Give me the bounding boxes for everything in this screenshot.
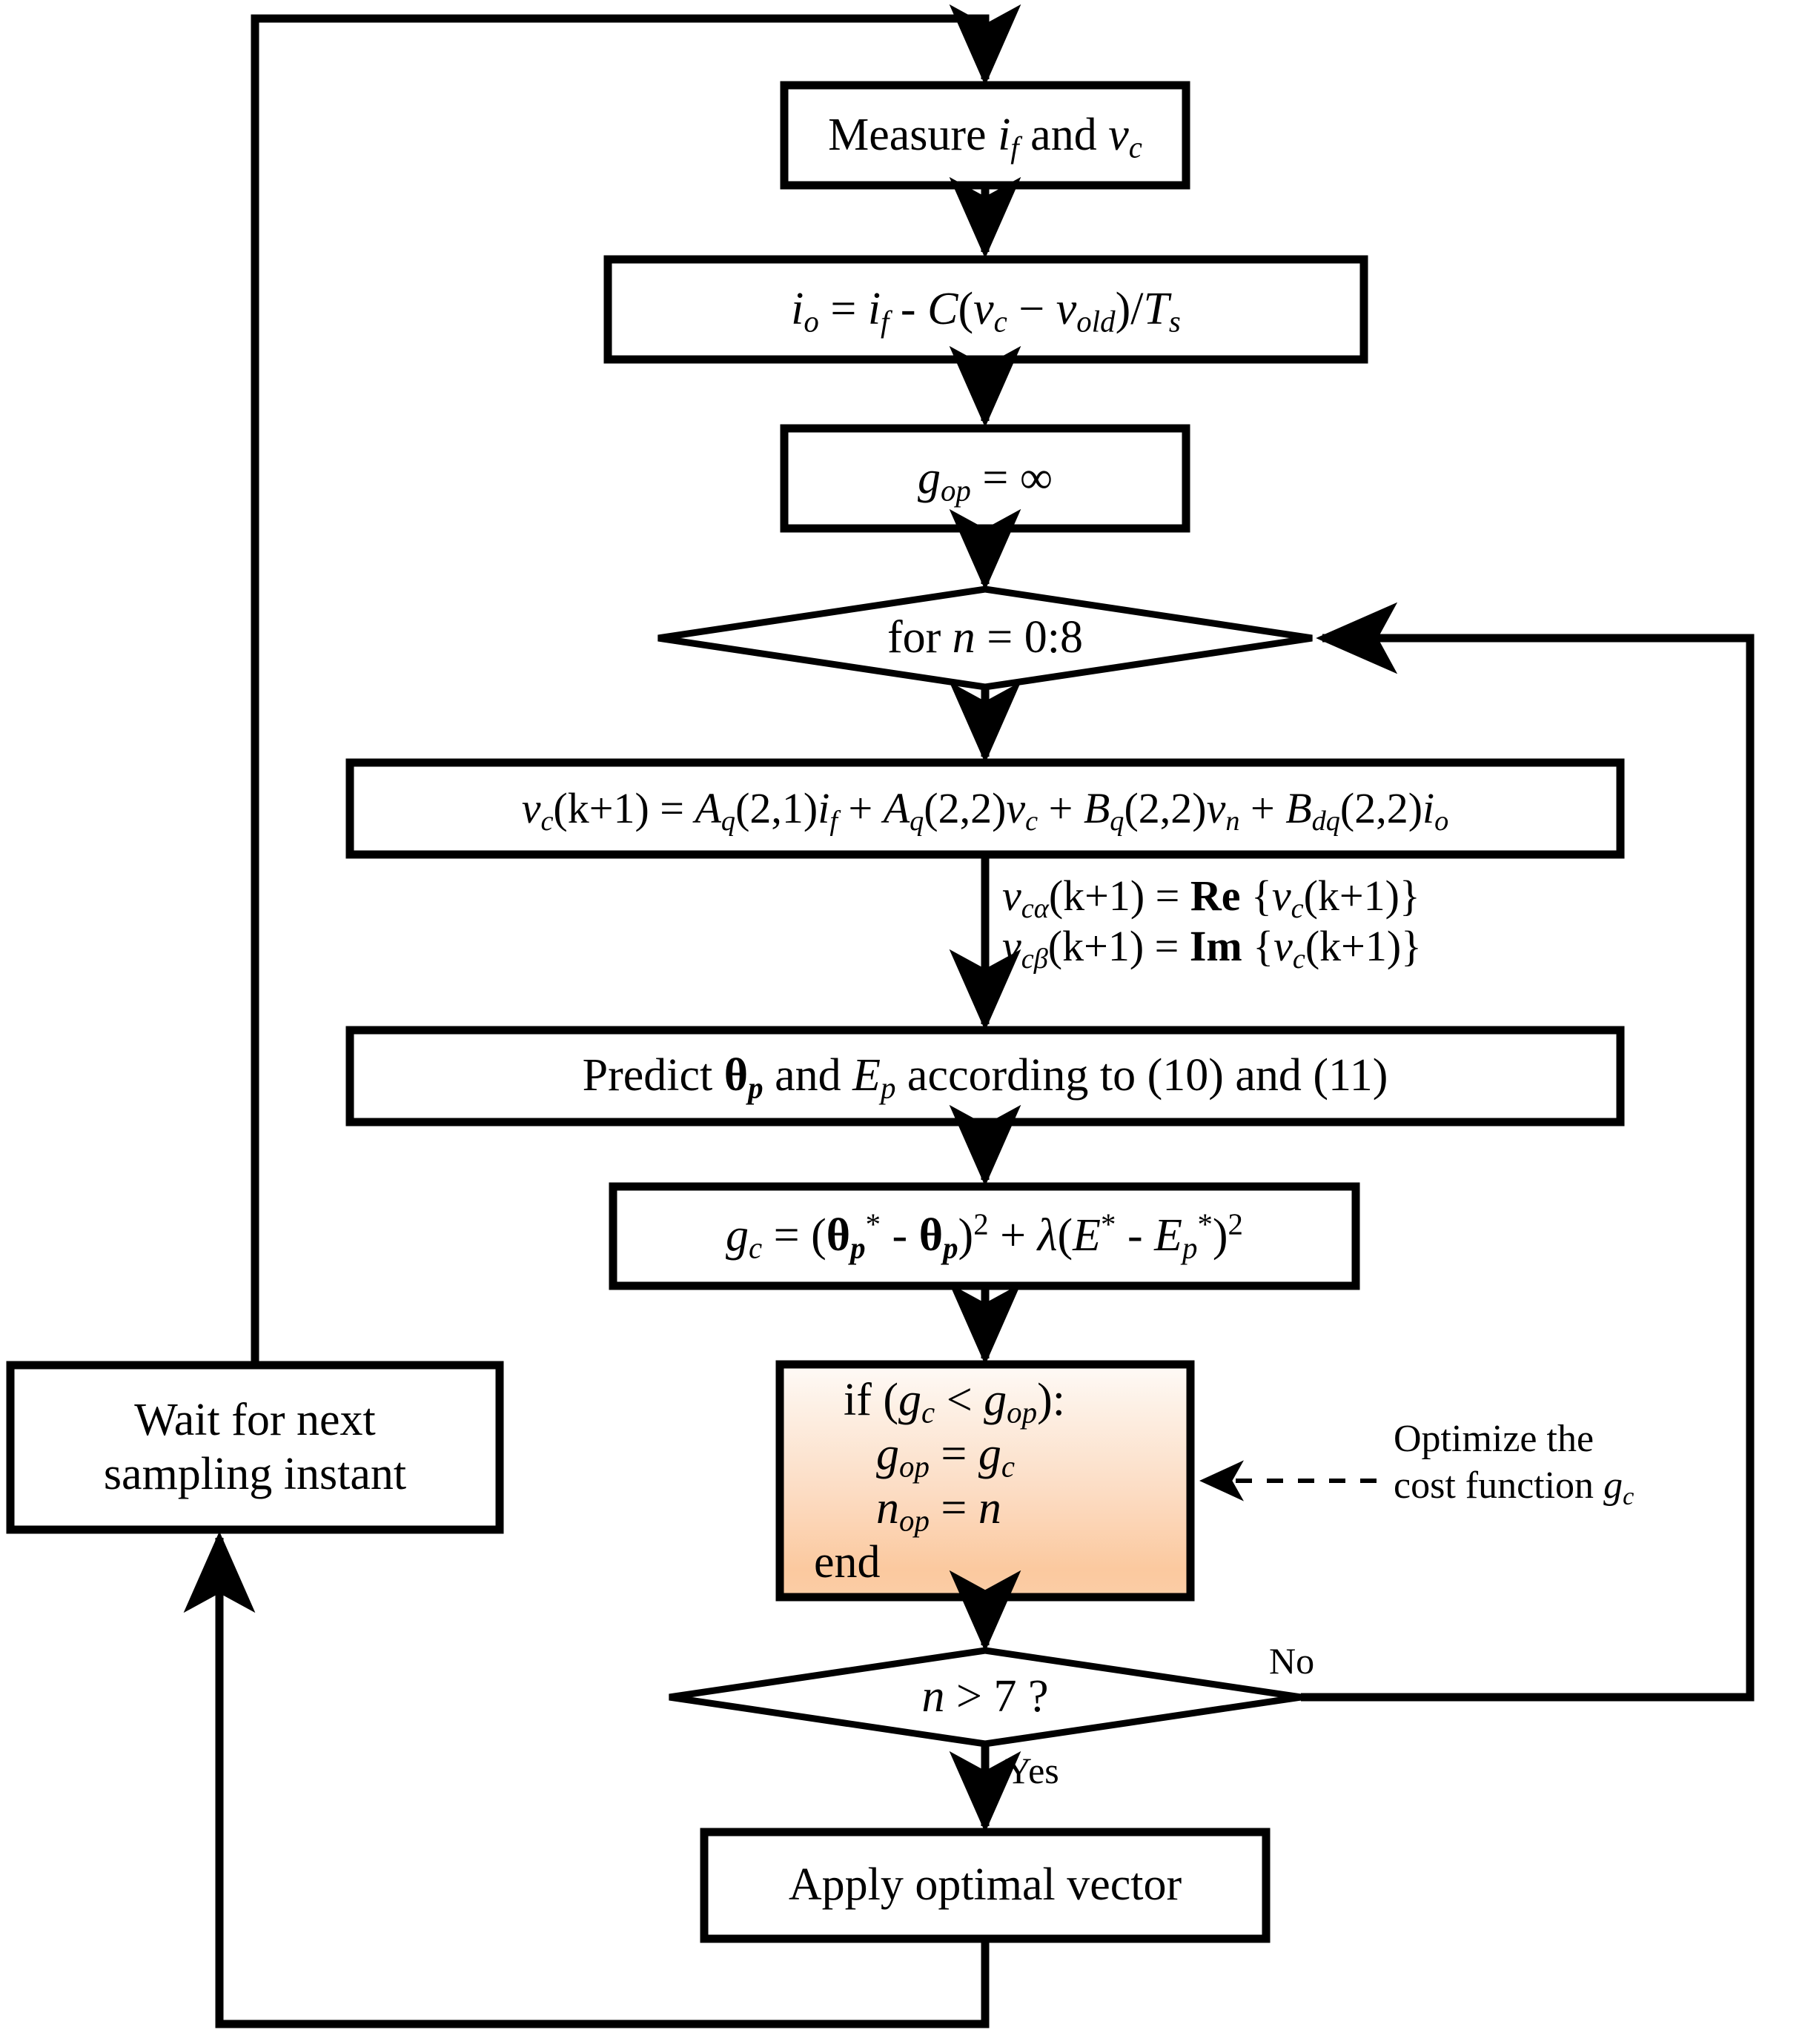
node-optimize-block-shape — [775, 1360, 1195, 1602]
node-init-gop-shape — [780, 424, 1190, 533]
node-predict-vc-shape — [345, 758, 1625, 859]
edge-wait-to-measure-loop — [251, 4, 1021, 1365]
node-apply-shape — [700, 1828, 1271, 1943]
node-cost-shape — [609, 1182, 1360, 1290]
flowchart-connectors-and-shapes — [6, 4, 1755, 2028]
node-current-calc-shape — [603, 255, 1368, 364]
flowchart-canvas: Measure if and vc io = if - C(vc − vold)… — [0, 0, 1802, 2044]
node-for-loop-shape — [657, 585, 1313, 691]
node-measure-shape — [780, 81, 1190, 190]
node-predict-theta-shape — [345, 1026, 1625, 1126]
node-wait-shape — [6, 1361, 504, 1534]
node-check-n-shape — [669, 1647, 1302, 1748]
edge-apply-to-wait-loop — [183, 1531, 990, 2028]
